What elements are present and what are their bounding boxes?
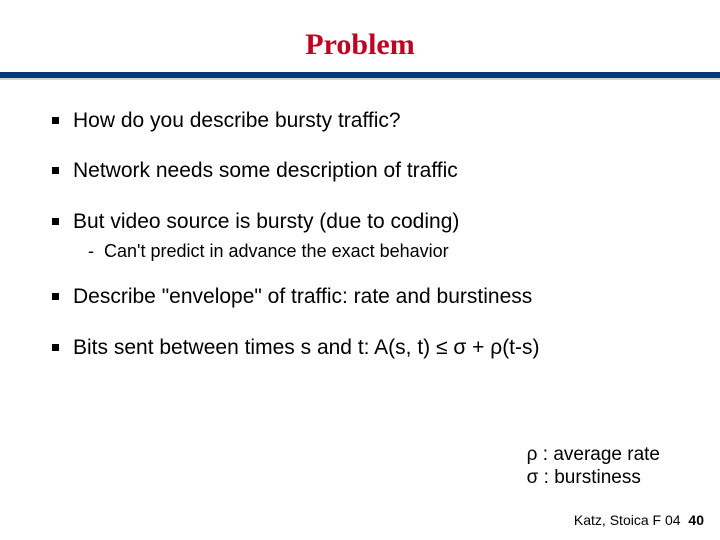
square-bullet-icon — [52, 344, 59, 351]
page-number: 40 — [688, 512, 704, 528]
bullet-text: But video source is bursty (due to codin… — [73, 209, 459, 235]
bullet-item: Describe "envelope" of traffic: rate and… — [52, 284, 668, 310]
square-bullet-icon — [52, 293, 59, 300]
bullet-text: Network needs some description of traffi… — [73, 158, 458, 184]
slide-body: How do you describe bursty traffic? Netw… — [0, 80, 720, 361]
bullet-text: How do you describe bursty traffic? — [73, 108, 401, 134]
sub-bullet-item: - Can't predict in advance the exact beh… — [88, 241, 668, 263]
bullet-item: Bits sent between times s and t: A(s, t)… — [52, 335, 668, 361]
legend-line: ρ : average rate — [527, 443, 660, 467]
slide-title: Problem — [0, 0, 720, 72]
square-bullet-icon — [52, 218, 59, 225]
bullet-item: Network needs some description of traffi… — [52, 158, 668, 184]
symbol-legend: ρ : average rate σ : burstiness — [527, 443, 660, 491]
footer-credit: Katz, Stoica F 04 — [574, 512, 681, 528]
sub-bullet-text: Can't predict in advance the exact behav… — [104, 241, 449, 263]
dash-bullet-icon: - — [88, 241, 94, 263]
square-bullet-icon — [52, 117, 59, 124]
bullet-item: But video source is bursty (due to codin… — [52, 209, 668, 235]
slide-footer: Katz, Stoica F 04 40 — [574, 512, 704, 528]
bullet-text: Describe "envelope" of traffic: rate and… — [73, 284, 532, 310]
bullet-item: How do you describe bursty traffic? — [52, 108, 668, 134]
legend-line: σ : burstiness — [527, 466, 660, 490]
bullet-text: Bits sent between times s and t: A(s, t)… — [73, 335, 540, 361]
square-bullet-icon — [52, 167, 59, 174]
